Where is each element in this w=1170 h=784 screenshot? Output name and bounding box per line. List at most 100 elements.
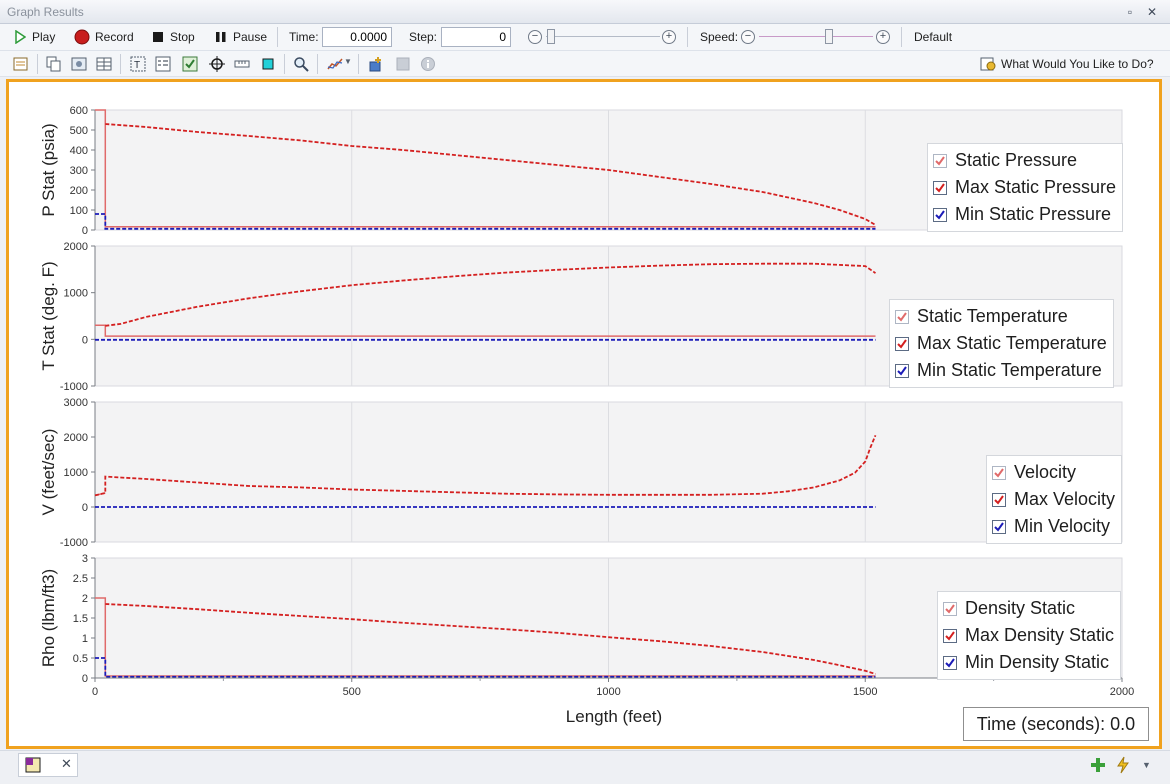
time-label: Time: — [289, 30, 319, 44]
toolbar-separator — [317, 54, 318, 74]
maximize-icon[interactable]: ▫ — [1122, 4, 1138, 20]
step-slider-thumb[interactable] — [547, 29, 555, 44]
step-slider-track[interactable] — [546, 36, 660, 37]
checkbox-checked-icon[interactable] — [895, 309, 909, 324]
legend-label: Min Density Static — [965, 652, 1110, 672]
y-axis-title: Rho (lbm/ft3) — [39, 569, 58, 667]
checkbox-checked-icon[interactable] — [992, 492, 1006, 507]
edit-text-icon[interactable]: T — [130, 56, 146, 72]
legend-item-max-static-pressure[interactable]: Max Static Pressure — [933, 174, 1116, 201]
checkbox-checked-icon[interactable] — [933, 207, 947, 222]
window-titlebar: Graph Results ▫ ✕ — [0, 0, 1170, 24]
legend-item-max-static-temperature[interactable]: Max Static Temperature — [895, 330, 1107, 357]
info-icon — [421, 57, 435, 71]
checkbox-toggle-icon[interactable] — [182, 56, 198, 72]
step-input[interactable] — [441, 27, 511, 47]
stop-button[interactable]: Stop — [152, 26, 195, 48]
crosshair-icon[interactable] — [209, 56, 225, 72]
speed-slider-thumb[interactable] — [825, 29, 833, 44]
default-speed-button[interactable]: Default — [914, 26, 952, 48]
graph-frame: 0 100 200 300 400 500 600 P Stat (psia) -1000 0 10… — [6, 79, 1162, 749]
speed-slider-track[interactable] — [759, 36, 873, 37]
copy-icon[interactable] — [46, 56, 62, 72]
y-tick-label: 1000 — [64, 288, 88, 300]
play-button[interactable]: Play — [14, 26, 55, 48]
x-tick-label: 0 — [92, 686, 98, 698]
fill-color-icon[interactable] — [260, 56, 276, 72]
legend-label: Max Static Pressure — [955, 177, 1117, 197]
lightning-icon[interactable] — [1115, 756, 1131, 774]
legend-label: Density Static — [965, 598, 1076, 618]
chevron-down-icon[interactable]: ▼ — [1142, 760, 1151, 770]
legend-icon[interactable] — [155, 56, 171, 72]
window-title: Graph Results — [7, 5, 84, 19]
play-icon — [15, 30, 26, 44]
add-graph-icon[interactable] — [368, 56, 384, 72]
step-increase-button[interactable]: + — [662, 30, 676, 44]
toolbar-separator — [284, 54, 285, 74]
time-input[interactable] — [322, 27, 392, 47]
play-label: Play — [32, 30, 56, 44]
legend-item-max-velocity[interactable]: Max Velocity — [992, 486, 1115, 513]
checkbox-checked-icon[interactable] — [943, 601, 957, 616]
stop-label: Stop — [170, 30, 195, 44]
toolbar-separator — [687, 27, 688, 47]
y-tick-label: 300 — [70, 165, 88, 177]
legend-temperature: Static Temperature Max Static Temperatur… — [889, 299, 1114, 388]
legend-item-velocity[interactable]: Velocity — [992, 459, 1115, 486]
legend-label: Max Velocity — [1014, 489, 1116, 509]
close-tab-icon[interactable]: ✕ — [61, 756, 72, 772]
save-image-icon[interactable] — [71, 56, 87, 72]
graph-parameters-icon[interactable] — [13, 56, 29, 72]
close-icon[interactable]: ✕ — [1144, 4, 1160, 20]
pause-button[interactable]: Pause — [215, 26, 267, 48]
legend-item-max-density-static[interactable]: Max Density Static — [943, 622, 1114, 649]
checkbox-checked-icon[interactable] — [943, 655, 957, 670]
checkbox-checked-icon[interactable] — [992, 465, 1006, 480]
y-tick-label: 1 — [82, 633, 88, 645]
speed-decrease-button[interactable]: − — [741, 30, 755, 44]
checkbox-checked-icon[interactable] — [943, 628, 957, 643]
checkbox-checked-icon[interactable] — [992, 519, 1006, 534]
checkbox-checked-icon[interactable] — [933, 180, 947, 195]
x-tick-label: 500 — [343, 686, 361, 698]
legend-label: Max Density Static — [965, 625, 1115, 645]
stop-icon — [153, 32, 163, 42]
legend-label: Static Pressure — [955, 150, 1078, 170]
y-tick-label: 3 — [82, 553, 88, 565]
legend-item-min-static-temperature[interactable]: Min Static Temperature — [895, 357, 1107, 384]
graph-tab-icon — [25, 757, 41, 773]
pause-label: Pause — [233, 30, 268, 44]
checkbox-checked-icon[interactable] — [895, 363, 909, 378]
y-tick-label: 2.5 — [73, 573, 88, 585]
ruler-icon[interactable] — [234, 56, 250, 72]
record-button[interactable]: Record — [74, 26, 134, 48]
add-icon[interactable] — [1090, 757, 1106, 773]
graph-style-icon[interactable] — [327, 56, 343, 72]
help-label: What Would You Like to Do? — [1001, 57, 1154, 71]
legend-item-static-temperature[interactable]: Static Temperature — [895, 303, 1107, 330]
record-label: Record — [95, 30, 134, 44]
checkbox-checked-icon[interactable] — [933, 153, 947, 168]
toolbar-separator — [120, 54, 121, 74]
legend-label: Min Velocity — [1014, 516, 1111, 536]
checkbox-checked-icon[interactable] — [895, 336, 909, 351]
y-tick-label: 1.5 — [73, 613, 88, 625]
y-tick-label: 500 — [70, 125, 88, 137]
legend-item-min-velocity[interactable]: Min Velocity — [992, 513, 1115, 540]
legend-item-min-density-static[interactable]: Min Density Static — [943, 649, 1114, 676]
legend-label: Velocity — [1014, 462, 1077, 482]
graph-tab[interactable]: ✕ — [18, 753, 78, 777]
legend-item-min-static-pressure[interactable]: Min Static Pressure — [933, 201, 1116, 228]
legend-item-density-static[interactable]: Density Static — [943, 595, 1114, 622]
zoom-icon[interactable] — [293, 56, 309, 72]
legend-density: Density Static Max Density Static Min De… — [937, 591, 1122, 680]
step-decrease-button[interactable]: − — [528, 30, 542, 44]
speed-increase-button[interactable]: + — [876, 30, 890, 44]
legend-item-static-pressure[interactable]: Static Pressure — [933, 147, 1116, 174]
chevron-down-icon[interactable]: ▼ — [344, 57, 352, 66]
show-data-icon[interactable] — [96, 56, 112, 72]
legend-label: Min Static Temperature — [917, 360, 1102, 380]
help-button[interactable]: What Would You Like to Do? — [980, 53, 1154, 75]
bottom-bar: ✕ ▼ — [0, 750, 1170, 784]
